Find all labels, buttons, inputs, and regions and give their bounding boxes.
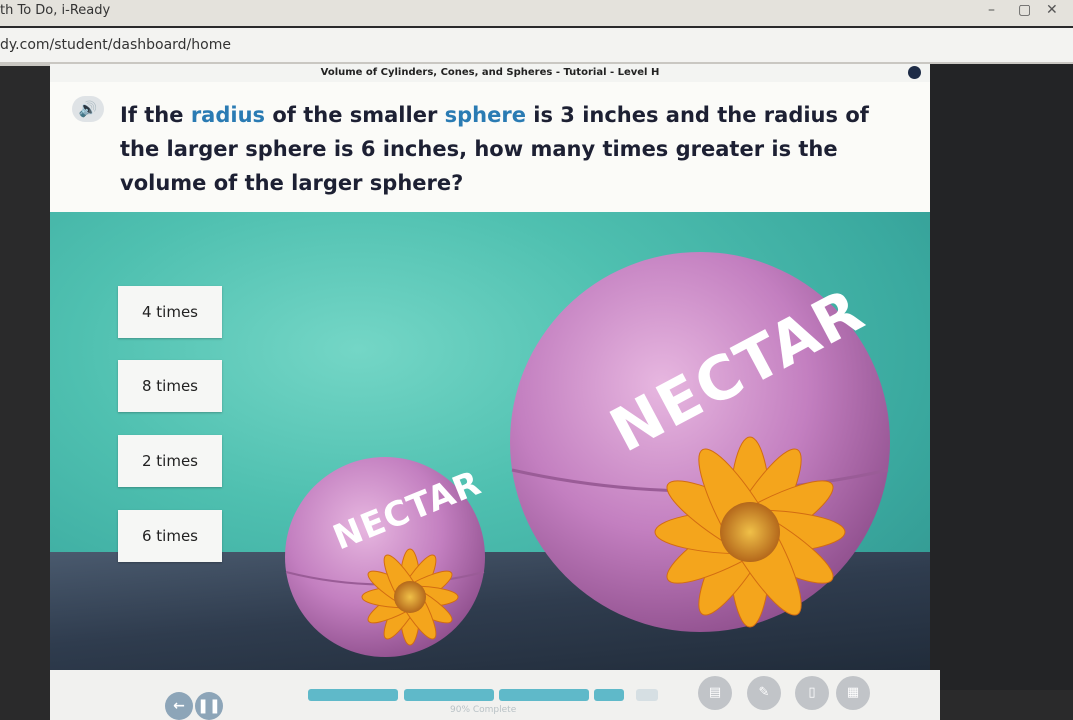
menu-dot-icon[interactable] [908, 66, 921, 79]
answer-choice-4[interactable]: 6 times [118, 510, 222, 562]
pause-icon[interactable]: ❚❚ [195, 692, 223, 720]
url-text[interactable]: dy.com/student/dashboard/home [0, 37, 231, 53]
pencil-icon[interactable]: ✎ [747, 676, 781, 710]
answer-choice-1[interactable]: 4 times [118, 286, 222, 338]
address-bar[interactable]: dy.com/student/dashboard/home [0, 28, 1073, 62]
keyword-radius[interactable]: radius [191, 103, 265, 127]
notepad-icon[interactable]: ▯ [795, 676, 829, 710]
window-title: th To Do, i-Ready [0, 3, 111, 18]
answer-choice-2[interactable]: 8 times [118, 360, 222, 412]
right-margin [930, 64, 1073, 690]
maximize-icon[interactable]: ▢ [1018, 2, 1031, 18]
window-title-bar: th To Do, i-Ready – ▢ ✕ [0, 0, 1073, 26]
progress-text: 90% Complete [450, 705, 517, 715]
speaker-icon[interactable]: 🔊 [72, 96, 104, 122]
answer-choice-3[interactable]: 2 times [118, 435, 222, 487]
keyword-sphere[interactable]: sphere [445, 103, 526, 127]
minimize-icon[interactable]: – [988, 2, 995, 18]
glossary-icon[interactable]: ▤ [698, 676, 732, 710]
calculator-icon[interactable]: ▦ [836, 676, 870, 710]
lesson-title: Volume of Cylinders, Cones, and Spheres … [50, 64, 930, 82]
question-text: If the radius of the smaller sphere is 3… [120, 103, 869, 195]
close-icon[interactable]: ✕ [1046, 2, 1058, 18]
back-arrow-icon[interactable]: ← [165, 692, 193, 720]
